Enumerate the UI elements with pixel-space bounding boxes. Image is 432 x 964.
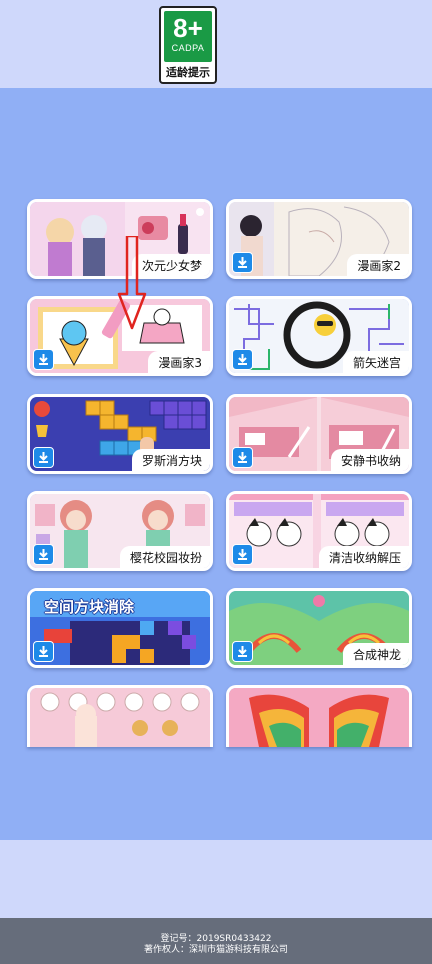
red-arrow-annotation	[117, 236, 147, 330]
game-label: 罗斯消方块	[131, 449, 210, 471]
age-rating-number: 8+	[173, 13, 203, 43]
game-grid-area: 次元少女梦 漫画家2 漫画家3 箭矢迷宫 罗斯消方块 安静书收纳 樱花校园妆扮 …	[0, 88, 432, 840]
game-card-manhuajia2[interactable]: 漫画家2	[226, 199, 412, 279]
game-label: 漫画家3	[148, 351, 210, 373]
game-label: 清洁收纳解压	[318, 546, 409, 568]
game-card-qingjie[interactable]: 清洁收纳解压	[226, 491, 412, 571]
footer-registration: 登记号：2019SR0433422	[160, 934, 272, 944]
game-card-partial-pixel[interactable]	[226, 685, 412, 747]
age-rating-org: CADPA	[171, 43, 205, 53]
footer: 登记号：2019SR0433422 著作权人：深圳市猫游科技有限公司	[0, 918, 432, 964]
game-card-kongjian[interactable]: 空间方块消除	[27, 588, 213, 668]
download-icon[interactable]	[232, 544, 253, 565]
download-icon[interactable]	[33, 349, 54, 370]
download-icon[interactable]	[33, 447, 54, 468]
game-card-jianshi-migong[interactable]: 箭矢迷宫	[226, 296, 412, 376]
download-icon[interactable]	[232, 349, 253, 370]
game-label: 樱花校园妆扮	[119, 546, 210, 568]
footer-copyright: 著作权人：深圳市猫游科技有限公司	[143, 945, 288, 955]
game-label: 空间方块消除	[44, 598, 135, 616]
age-rating-tip: 适龄提示	[166, 66, 210, 79]
game-label: 漫画家2	[347, 254, 409, 276]
download-icon[interactable]	[232, 447, 253, 468]
game-card-luosi[interactable]: 罗斯消方块	[27, 394, 213, 474]
game-label: 箭矢迷宫	[342, 351, 409, 373]
game-art-partial-pixel	[229, 688, 409, 747]
game-label: 安静书收纳	[330, 449, 409, 471]
game-card-anjingshu[interactable]: 安静书收纳	[226, 394, 412, 474]
game-label: 合成神龙	[342, 643, 409, 665]
download-icon[interactable]	[232, 252, 253, 273]
bottom-band	[0, 840, 432, 918]
game-art-partial-dressup	[30, 688, 210, 747]
game-card-yinghua[interactable]: 樱花校园妆扮	[27, 491, 213, 571]
game-card-hecheng-shenlong[interactable]: 合成神龙	[226, 588, 412, 668]
download-icon[interactable]	[232, 641, 253, 662]
game-card-partial-dressup[interactable]	[27, 685, 213, 747]
download-icon[interactable]	[33, 641, 54, 662]
download-icon[interactable]	[33, 544, 54, 565]
age-rating-badge: 8+ CADPA 适龄提示	[159, 6, 217, 84]
